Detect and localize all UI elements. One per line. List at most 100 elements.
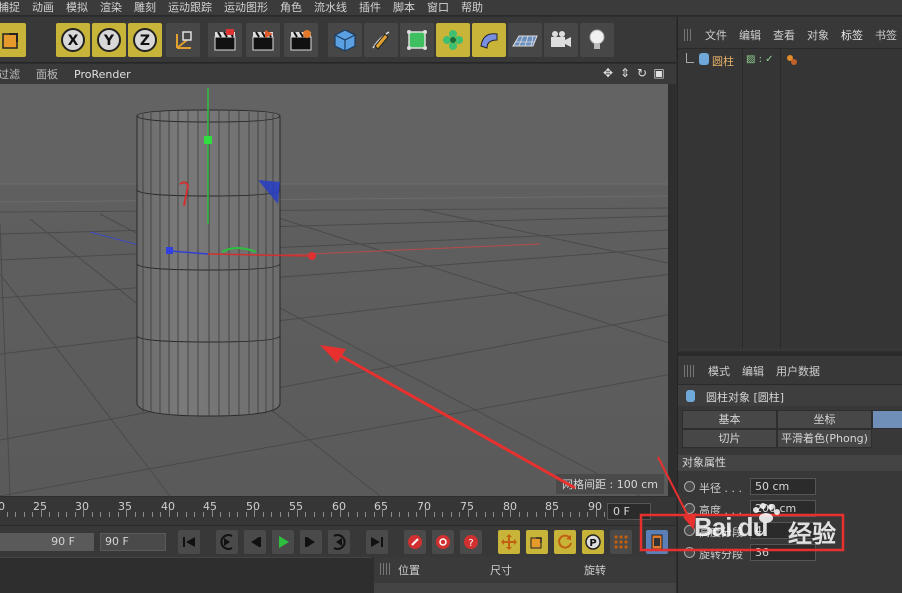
object-list[interactable]: 圆柱 ▨ : ✓ xyxy=(678,48,902,349)
object-manager-menu: 文件 编辑 查看 对象 标签 书签 xyxy=(678,25,902,45)
record-keys-button[interactable] xyxy=(404,530,426,554)
floor-button[interactable] xyxy=(508,23,542,57)
pan-icon[interactable]: ✥ xyxy=(601,66,615,80)
key-rotation-button[interactable] xyxy=(554,530,576,554)
tab-coordinates[interactable]: 坐标 xyxy=(777,410,872,429)
lock-x-button[interactable]: X xyxy=(56,23,90,57)
menu-item-motion-tracking[interactable]: 运动跟踪 xyxy=(162,0,218,16)
timeline[interactable]: 20 25 30 35 40 45 50 55 60 65 70 75 80 8… xyxy=(0,497,676,525)
subdivision-button[interactable] xyxy=(400,23,434,57)
om-menu-tags[interactable]: 标签 xyxy=(835,27,869,43)
am-menu-mode[interactable]: 模式 xyxy=(702,363,736,379)
key-selection-button[interactable]: ? xyxy=(460,530,482,554)
menu-item-help[interactable]: 帮助 xyxy=(455,0,489,16)
scale-tool-button[interactable] xyxy=(0,23,26,57)
timeline-tick xyxy=(587,512,589,517)
viewport-scene xyxy=(0,84,668,496)
timeline-tick xyxy=(527,512,529,517)
tab-slice[interactable]: 切片 xyxy=(682,429,777,448)
mograph-cloner-button[interactable] xyxy=(436,23,470,57)
panel-grip-icon[interactable] xyxy=(380,563,392,575)
tab-object[interactable] xyxy=(872,410,902,429)
menu-item-pipeline[interactable]: 流水线 xyxy=(308,0,353,16)
key-position-button[interactable] xyxy=(498,530,520,554)
render-picture-viewer-button[interactable] xyxy=(246,23,280,57)
previous-frame-button[interactable] xyxy=(244,530,266,554)
panel-grip-icon[interactable] xyxy=(684,29,693,41)
viewport-menu-filter[interactable]: 过滤 xyxy=(0,66,28,82)
viewport-menu-panel[interactable]: 面板 xyxy=(28,66,66,82)
lock-y-button[interactable]: Y xyxy=(92,23,126,57)
light-button[interactable] xyxy=(580,23,614,57)
grid-spacing-label: 网格间距 : 100 cm xyxy=(556,474,664,494)
lock-z-button[interactable]: Z xyxy=(128,23,162,57)
om-menu-edit[interactable]: 编辑 xyxy=(733,27,767,43)
object-name[interactable]: 圆柱 xyxy=(712,53,734,69)
menu-item-animate[interactable]: 动画 xyxy=(26,0,60,16)
animate-radio[interactable] xyxy=(684,481,695,492)
end-frame-field[interactable]: 90 F xyxy=(100,533,166,551)
3d-viewport[interactable]: 网格间距 : 100 cm xyxy=(0,84,672,496)
timeline-window-button[interactable] xyxy=(646,530,668,554)
coordinate-manager: 位置 尺寸 旋转 xyxy=(374,557,676,593)
previous-key-button[interactable] xyxy=(216,530,238,554)
panel-grip-icon[interactable] xyxy=(684,365,696,377)
visibility-check-icon[interactable]: ▨ : ✓ xyxy=(746,54,774,65)
play-button[interactable] xyxy=(272,530,294,554)
coordinate-fields-row[interactable] xyxy=(374,583,676,593)
attribute-object-title: 圆柱对象 [圆柱] xyxy=(706,391,785,404)
om-menu-file[interactable]: 文件 xyxy=(699,27,733,43)
menu-item-script[interactable]: 脚本 xyxy=(387,0,421,16)
dots-grid-icon xyxy=(614,535,628,549)
coordinate-system-button[interactable] xyxy=(166,23,200,57)
object-row-cylinder[interactable]: 圆柱 ▨ : ✓ xyxy=(678,51,902,69)
am-menu-user-data[interactable]: 用户数据 xyxy=(770,363,826,379)
phong-tag-icon[interactable] xyxy=(786,54,798,66)
auto-key-button[interactable] xyxy=(432,530,454,554)
menu-item-plugins[interactable]: 插件 xyxy=(353,0,387,16)
add-cube-button[interactable] xyxy=(328,23,362,57)
go-to-start-button[interactable] xyxy=(178,530,200,554)
maximize-view-icon[interactable]: ▣ xyxy=(652,66,666,80)
pen-tool-button[interactable] xyxy=(364,23,398,57)
timeline-tick-label: 45 xyxy=(203,500,217,513)
render-settings-button[interactable] xyxy=(284,23,318,57)
menu-item-character[interactable]: 角色 xyxy=(274,0,308,16)
cloner-icon xyxy=(443,30,463,50)
menu-item-sculpt[interactable]: 雕刻 xyxy=(128,0,162,16)
go-to-end-button[interactable] xyxy=(366,530,388,554)
next-frame-button[interactable] xyxy=(300,530,322,554)
viewport-menu-prorender[interactable]: ProRender xyxy=(66,68,139,81)
key-scale-button[interactable] xyxy=(526,530,548,554)
menu-item-snap[interactable]: 捕捉 xyxy=(0,0,26,16)
menu-item-render[interactable]: 渲染 xyxy=(94,0,128,16)
render-view-button[interactable] xyxy=(208,23,242,57)
timeline-tick xyxy=(6,512,8,517)
timeline-tick xyxy=(407,512,409,517)
menu-item-mograph[interactable]: 运动图形 xyxy=(218,0,274,16)
timeline-tick xyxy=(518,512,520,517)
key-point-level-button[interactable] xyxy=(610,530,632,554)
timeline-ruler[interactable]: 20 25 30 35 40 45 50 55 60 65 70 75 80 8… xyxy=(0,497,614,519)
radius-field[interactable]: 50 cm xyxy=(750,478,816,495)
menu-item-simulate[interactable]: 模拟 xyxy=(60,0,94,16)
key-parameter-button[interactable]: P xyxy=(582,530,604,554)
om-menu-objects[interactable]: 对象 xyxy=(801,27,835,43)
timeline-tick xyxy=(40,509,42,517)
deformer-button[interactable] xyxy=(472,23,506,57)
timeline-tick xyxy=(66,512,68,517)
timeline-tick-label: 20 xyxy=(0,500,5,513)
rotate-view-icon[interactable]: ↻ xyxy=(635,66,649,80)
next-key-button[interactable] xyxy=(328,530,350,554)
timeline-tick xyxy=(595,509,597,517)
tab-phong[interactable]: 平滑着色(Phong) xyxy=(777,429,872,448)
om-menu-bookmarks[interactable]: 书签 xyxy=(869,27,902,43)
am-menu-edit[interactable]: 编辑 xyxy=(736,363,770,379)
camera-button[interactable] xyxy=(544,23,578,57)
tab-basic[interactable]: 基本 xyxy=(682,410,777,429)
om-menu-view[interactable]: 查看 xyxy=(767,27,801,43)
current-frame-field[interactable]: 0 F xyxy=(607,503,651,520)
dolly-icon[interactable]: ⇕ xyxy=(618,66,632,80)
menu-item-window[interactable]: 窗口 xyxy=(421,0,455,16)
frame-range-slider[interactable]: 90 F xyxy=(0,533,94,551)
